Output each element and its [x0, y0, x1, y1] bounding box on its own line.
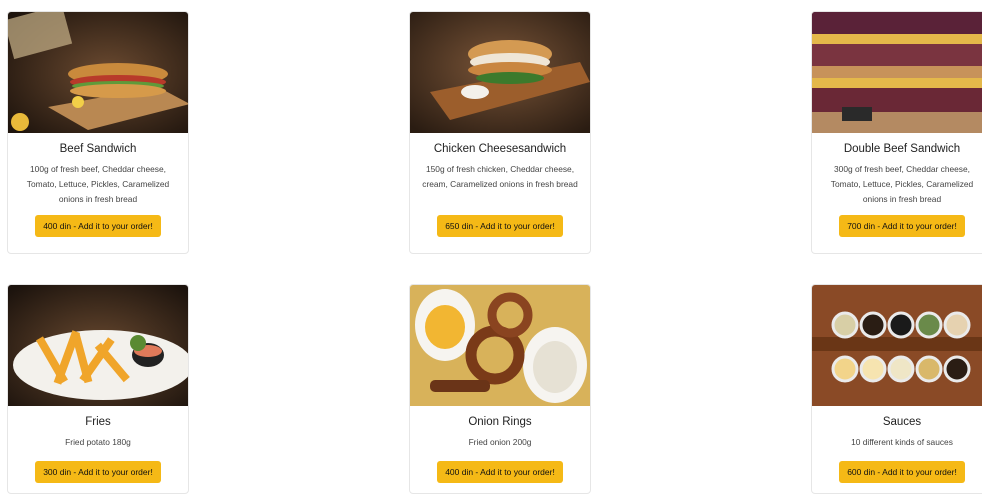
- add-to-order-button[interactable]: 400 din - Add it to your order!: [35, 215, 161, 237]
- product-title: Sauces: [882, 416, 922, 428]
- product-card-sauces: Sauces 10 different kinds of sauces 600 …: [811, 284, 982, 494]
- product-title: Double Beef Sandwich: [843, 143, 961, 155]
- product-title: Beef Sandwich: [59, 143, 137, 155]
- product-card-fries: Fries Fried potato 180g 300 din - Add it…: [7, 284, 189, 494]
- add-to-order-button[interactable]: 300 din - Add it to your order!: [35, 461, 161, 483]
- product-card-chicken-cheesesandwich: Chicken Cheesesandwich 150g of fresh chi…: [409, 11, 591, 254]
- product-title: Onion Rings: [468, 416, 532, 428]
- double-beef-sandwich-photo: [812, 12, 982, 133]
- onion-rings-photo: [410, 285, 590, 406]
- product-description: 100g of fresh beef, Cheddar cheese, Toma…: [26, 164, 170, 204]
- product-description: 300g of fresh beef, Cheddar cheese, Toma…: [830, 164, 974, 204]
- fries-photo: [8, 285, 188, 406]
- product-description: Fried potato 180g: [65, 437, 131, 447]
- sauces-photo: [812, 285, 982, 406]
- add-to-order-button[interactable]: 650 din - Add it to your order!: [437, 215, 563, 237]
- chicken-sandwich-photo: [410, 12, 590, 133]
- product-description: Fried onion 200g: [468, 437, 532, 447]
- product-description: 10 different kinds of sauces: [851, 437, 953, 447]
- product-title: Chicken Cheesesandwich: [433, 143, 567, 155]
- product-card-double-beef-sandwich: Double Beef Sandwich 300g of fresh beef,…: [811, 11, 982, 254]
- add-to-order-button[interactable]: 700 din - Add it to your order!: [839, 215, 965, 237]
- menu-grid: Beef Sandwich 100g of fresh beef, Chedda…: [0, 0, 982, 494]
- add-to-order-button[interactable]: 600 din - Add it to your order!: [839, 461, 965, 483]
- product-card-onion-rings: Onion Rings Fried onion 200g 400 din - A…: [409, 284, 591, 494]
- beef-sandwich-photo: [8, 12, 188, 133]
- product-description: 150g of fresh chicken, Cheddar cheese, c…: [422, 164, 578, 189]
- product-card-beef-sandwich: Beef Sandwich 100g of fresh beef, Chedda…: [7, 11, 189, 254]
- product-title: Fries: [85, 416, 111, 428]
- add-to-order-button[interactable]: 400 din - Add it to your order!: [437, 461, 563, 483]
